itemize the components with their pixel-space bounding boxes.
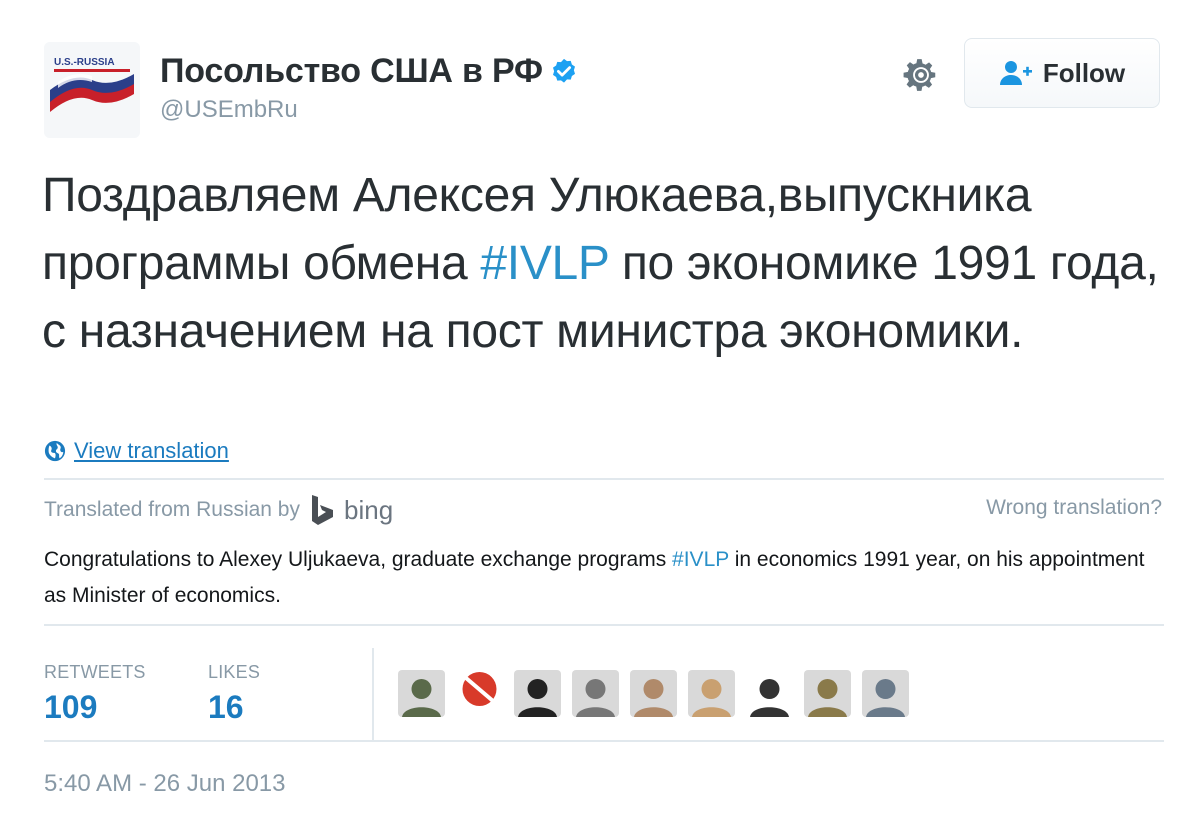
avatar-ghostbusters-icon[interactable]	[456, 670, 503, 717]
verified-badge-icon	[552, 58, 575, 83]
us-russia-logo: U.S.-RUSSIA	[44, 42, 140, 138]
translation-hashtag-link[interactable]: #IVLP	[672, 548, 729, 571]
likes-count: 16	[208, 689, 244, 725]
gear-icon[interactable]	[902, 56, 940, 94]
translated-by: Translated from Russian by bing	[44, 494, 393, 526]
translated-from-label: Translated from Russian by	[44, 498, 300, 521]
translation-text-part: Congratulations to Alexey Uljukaeva, gra…	[44, 548, 673, 571]
bing-wordmark: bing	[344, 494, 394, 525]
bing-icon	[312, 495, 333, 525]
likes-label: LIKES	[208, 662, 261, 682]
translation-text: Congratulations to Alexey Uljukaeva, gra…	[44, 542, 1164, 614]
tweet-text: Поздравляем Алексея Улюкаева,выпускника …	[42, 162, 1162, 366]
display-name[interactable]: Посольство США в РФ	[160, 52, 543, 91]
hashtag-link[interactable]: #IVLP	[480, 237, 609, 290]
globe-icon	[44, 440, 66, 462]
retweets-count: 109	[44, 689, 98, 725]
retweets-label: RETWEETS	[44, 662, 146, 682]
avatar-couple-icon[interactable]	[630, 670, 677, 717]
follow-user-plus-icon	[999, 61, 1032, 85]
liker-avatars	[398, 670, 920, 717]
likes-stat[interactable]: LIKES 16	[208, 662, 260, 726]
handle[interactable]: @USEmbRu	[160, 96, 298, 124]
divider	[44, 478, 1164, 480]
divider	[44, 740, 1164, 742]
avatar-bw-photo-icon[interactable]	[572, 670, 619, 717]
avatar-man-suit-icon[interactable]	[862, 670, 909, 717]
wrong-translation-link[interactable]: Wrong translation?	[986, 496, 1162, 520]
avatar-uniform-icon[interactable]	[804, 670, 851, 717]
avatar-tattoo-icon[interactable]	[398, 670, 445, 717]
follow-button[interactable]: Follow	[964, 38, 1160, 108]
bing-logo[interactable]: bing	[310, 494, 393, 526]
stats-separator	[372, 648, 374, 740]
follow-label: Follow	[1042, 57, 1126, 88]
retweets-stat[interactable]: RETWEETS 109	[44, 662, 146, 726]
view-translation-label: View translation	[74, 438, 229, 463]
name-row: Посольство США в РФ	[160, 52, 579, 91]
avatar-blonde-icon[interactable]	[688, 670, 735, 717]
avatar-batman-icon[interactable]	[746, 670, 793, 717]
avatar[interactable]: U.S.-RUSSIA	[44, 42, 140, 138]
avatar-sketch-face-icon[interactable]	[514, 670, 561, 717]
divider	[44, 624, 1164, 626]
timestamp[interactable]: 5:40 AM - 26 Jun 2013	[44, 770, 286, 798]
avatar-label: U.S.-RUSSIA	[54, 57, 115, 68]
view-translation-link[interactable]: View translation	[44, 438, 229, 464]
